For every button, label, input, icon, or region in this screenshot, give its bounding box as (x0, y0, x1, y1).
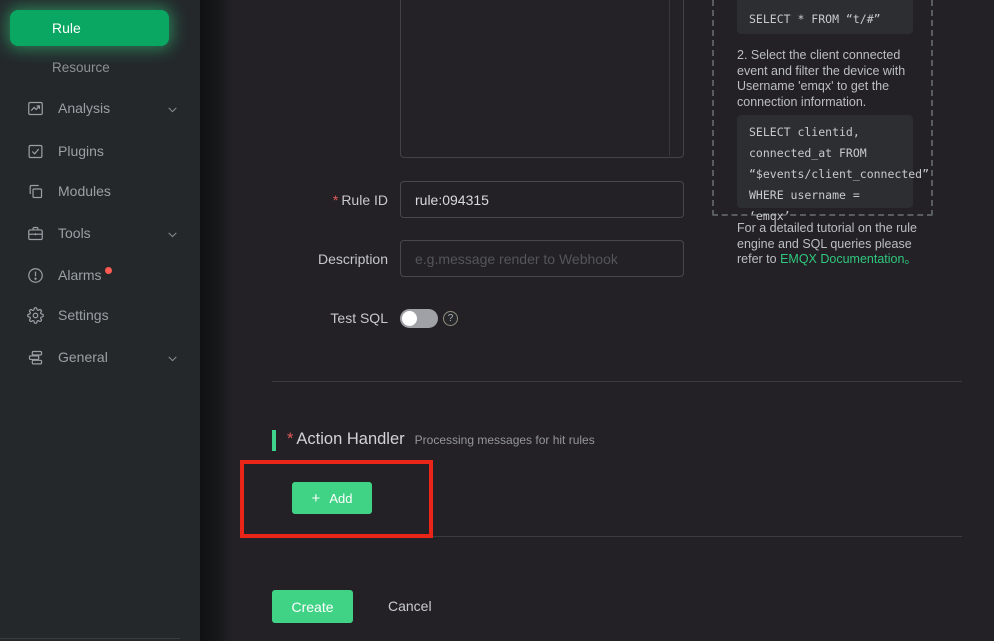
plugins-icon (27, 143, 44, 160)
sidebar-item-plugins[interactable]: Plugins (0, 141, 200, 163)
cancel-button[interactable]: Cancel (388, 590, 432, 623)
plus-icon: + (312, 491, 321, 506)
help-icon[interactable]: ? (443, 311, 458, 326)
rule-id-label: *Rule ID (272, 192, 388, 208)
sidebar-item-modules[interactable]: Modules (0, 181, 200, 203)
description-input[interactable] (400, 240, 684, 277)
test-sql-label: Test SQL (272, 310, 388, 326)
sidebar-item-label: Alarms (58, 267, 102, 283)
action-handler-title: *Action Handler (287, 430, 405, 449)
sidebar-item-general[interactable]: General (0, 347, 200, 369)
toggle-knob (402, 311, 417, 326)
sidebar-item-label: Plugins (58, 143, 104, 159)
sql-example-code-2: SELECT clientid, connected_at FROM “$eve… (737, 115, 913, 208)
action-handler-subtitle: Processing messages for hit rules (415, 433, 595, 447)
gear-icon (27, 307, 44, 324)
analysis-chart-icon (27, 100, 44, 117)
sql-editor-scrollbar[interactable] (669, 0, 670, 156)
sidebar-item-analysis[interactable]: Analysis (0, 98, 200, 120)
sidebar-item-label: Analysis (58, 100, 110, 116)
sidebar-item-label: Tools (58, 225, 91, 241)
add-button-label: Add (329, 491, 352, 506)
sidebar-item-resource[interactable]: Resource (52, 60, 110, 77)
section-divider (272, 381, 962, 382)
sidebar-item-label: Settings (58, 307, 109, 323)
create-button[interactable]: Create (272, 590, 353, 623)
add-action-button[interactable]: + Add (292, 482, 372, 514)
required-asterisk: * (287, 430, 293, 448)
tutorial-note: For a detailed tutorial on the rule engi… (737, 221, 919, 268)
alarm-icon (27, 267, 44, 284)
sidebar-edge-shadow (200, 0, 232, 641)
section-accent-bar (272, 430, 276, 451)
alarm-badge-dot (105, 267, 112, 274)
sidebar-item-settings[interactable]: Settings (0, 305, 200, 327)
sidebar-item-alarms[interactable]: Alarms (0, 265, 200, 287)
sql-example-description: 2. Select the client connected event and… (737, 48, 919, 110)
emqx-documentation-link[interactable]: EMQX Documentation。 (780, 252, 917, 266)
sidebar-item-rule[interactable]: Rule (10, 10, 169, 46)
sql-editor[interactable] (400, 0, 684, 158)
sidebar-bottom-divider (0, 638, 180, 639)
action-handler-header: *Action Handler Processing messages for … (287, 430, 595, 449)
general-icon (27, 349, 44, 366)
chevron-down-icon (166, 103, 179, 116)
required-asterisk: * (333, 192, 338, 208)
chevron-down-icon (166, 352, 179, 365)
test-sql-toggle[interactable] (400, 309, 438, 328)
sql-example-code-1: SELECT * FROM “t/#” (737, 0, 913, 34)
sidebar-item-label: General (58, 349, 108, 365)
footer-divider (272, 536, 962, 537)
sidebar-item-label: Modules (58, 183, 111, 199)
sidebar: Rule Resource Analysis P (0, 0, 200, 641)
tools-icon (27, 225, 44, 242)
chevron-down-icon (166, 228, 179, 241)
modules-icon (27, 183, 44, 200)
emqx-dashboard: Rule Resource Analysis P (0, 0, 994, 641)
sidebar-item-tools[interactable]: Tools (0, 223, 200, 245)
description-label: Description (272, 251, 388, 267)
rule-id-input[interactable] (400, 181, 684, 218)
